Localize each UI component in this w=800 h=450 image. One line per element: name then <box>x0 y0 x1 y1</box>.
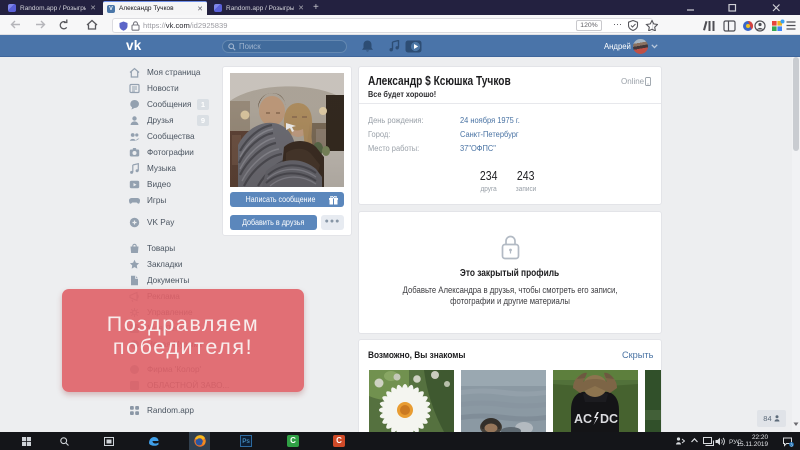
svg-text:DC: DC <box>600 412 618 426</box>
svg-text:AC: AC <box>574 412 592 426</box>
